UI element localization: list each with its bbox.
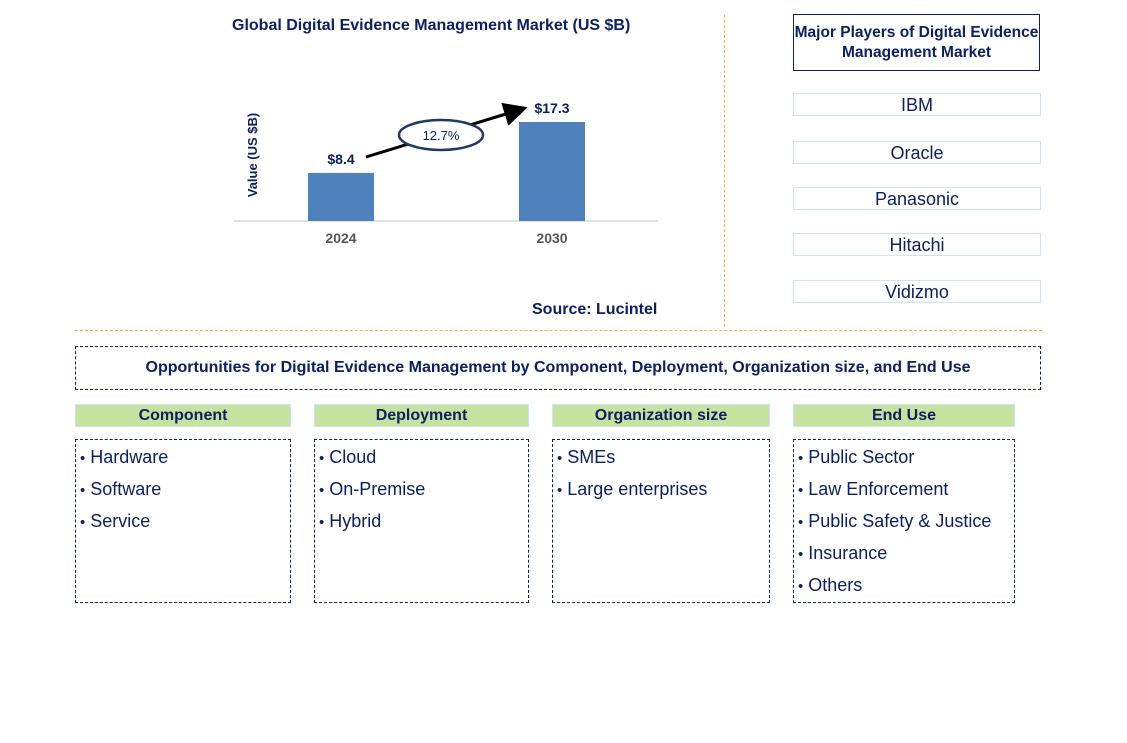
category-box-organization-size: SMEsLarge enterprises (552, 439, 770, 603)
player-item: Oracle (793, 141, 1041, 164)
category-item: Software (76, 474, 290, 506)
y-axis-label: Value (US $B) (245, 113, 260, 198)
category-item: SMEs (553, 442, 769, 474)
players-title: Major Players of Digital Evidence Manage… (793, 14, 1040, 71)
category-item: Cloud (315, 442, 528, 474)
data-label: $17.3 (534, 100, 569, 116)
category-box-component: HardwareSoftwareService (75, 439, 291, 603)
category-item: Hybrid (315, 506, 528, 538)
x-tick-label: 2024 (325, 230, 356, 246)
category-item: Public Safety & Justice (794, 506, 1014, 538)
category-box-deployment: CloudOn-PremiseHybrid (314, 439, 529, 603)
player-item: Panasonic (793, 187, 1041, 210)
category-item: Others (794, 570, 1014, 602)
horizontal-divider (75, 330, 1042, 331)
bar-2030 (519, 122, 585, 221)
category-item: Service (76, 506, 290, 538)
x-tick-label: 2030 (536, 230, 567, 246)
player-item: IBM (793, 93, 1041, 116)
category-item: Insurance (794, 538, 1014, 570)
player-item: Vidizmo (793, 280, 1041, 303)
category-box-end-use: Public SectorLaw EnforcementPublic Safet… (793, 439, 1015, 603)
category-item: Large enterprises (553, 474, 769, 506)
cagr-label: 12.7% (423, 128, 460, 143)
bar-2024 (308, 172, 374, 221)
player-item: Hitachi (793, 233, 1041, 256)
data-label: $8.4 (327, 151, 354, 167)
chart-title: Global Digital Evidence Management Marke… (232, 17, 631, 34)
category-item: Hardware (76, 442, 290, 474)
category-item: Law Enforcement (794, 474, 1014, 506)
category-header-end-use: End Use (793, 404, 1015, 427)
category-item: On-Premise (315, 474, 528, 506)
vertical-divider (724, 15, 725, 327)
source-label: Source: Lucintel (532, 301, 658, 318)
category-header-deployment: Deployment (314, 404, 529, 427)
category-item: Public Sector (794, 442, 1014, 474)
category-header-component: Component (75, 404, 291, 427)
bar-chart: Value (US $B) $8.4 2024 $17.3 2030 12.7% (234, 100, 658, 246)
category-header-organization-size: Organization size (552, 404, 770, 427)
opportunities-title: Opportunities for Digital Evidence Manag… (75, 346, 1041, 390)
cagr-annotation: 12.7% (365, 102, 528, 159)
